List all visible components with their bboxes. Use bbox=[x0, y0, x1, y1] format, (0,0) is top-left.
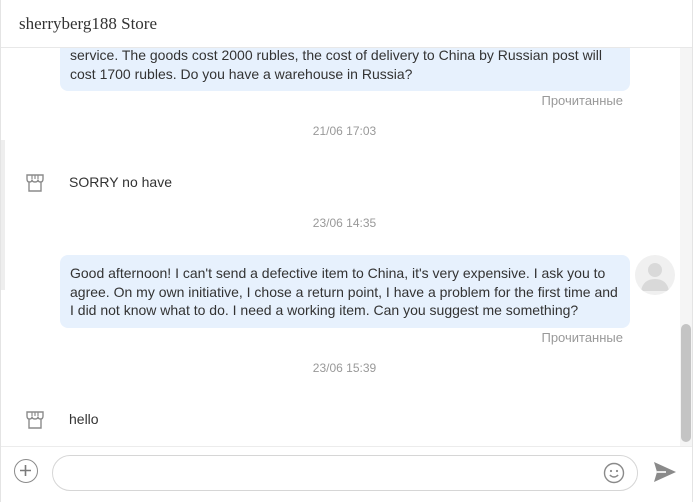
read-status: Прочитанные bbox=[541, 93, 623, 108]
incoming-message: hello bbox=[69, 411, 99, 427]
send-icon[interactable] bbox=[653, 461, 677, 483]
message-line: service. The goods cost 2000 rubles, the… bbox=[70, 48, 603, 63]
chat-window: sherryberg188 Store service. The goods c… bbox=[0, 0, 693, 502]
timestamp: 23/06 15:39 bbox=[312, 361, 377, 375]
message-line: I did not know what to do. I need a work… bbox=[70, 302, 579, 318]
message-input[interactable] bbox=[67, 456, 601, 492]
message-line: agree. On my own initiative, I chose a r… bbox=[70, 283, 618, 300]
message-composer bbox=[1, 446, 692, 502]
message-input-box[interactable] bbox=[52, 455, 638, 492]
emoji-button-icon[interactable] bbox=[603, 462, 625, 484]
outgoing-message: service. The goods cost 2000 rubles, the… bbox=[60, 48, 630, 91]
incoming-message: SORRY no have bbox=[69, 174, 172, 190]
message-line: cost 1700 rubles. Do you have a warehous… bbox=[70, 65, 413, 82]
message-list[interactable]: service. The goods cost 2000 rubles, the… bbox=[1, 48, 680, 446]
outgoing-message: Good afternoon! I can't send a defective… bbox=[60, 255, 630, 328]
scrollbar-thumb[interactable] bbox=[681, 324, 691, 442]
avatar-silhouette-icon bbox=[641, 263, 669, 291]
left-edge-strip bbox=[1, 140, 5, 290]
plus-icon bbox=[20, 465, 31, 476]
add-attachment-button[interactable] bbox=[14, 459, 38, 483]
timestamp: 23/06 14:35 bbox=[312, 216, 377, 230]
message-line: Good afternoon! I can't send a defective… bbox=[70, 265, 606, 281]
read-status: Прочитанные bbox=[541, 330, 623, 345]
store-icon bbox=[26, 411, 44, 429]
store-name[interactable]: sherryberg188 Store bbox=[19, 14, 157, 34]
store-icon bbox=[26, 174, 44, 192]
user-avatar[interactable] bbox=[635, 255, 675, 295]
scrollbar[interactable] bbox=[680, 48, 692, 446]
chat-header: sherryberg188 Store bbox=[1, 0, 692, 48]
timestamp: 21/06 17:03 bbox=[312, 124, 377, 138]
